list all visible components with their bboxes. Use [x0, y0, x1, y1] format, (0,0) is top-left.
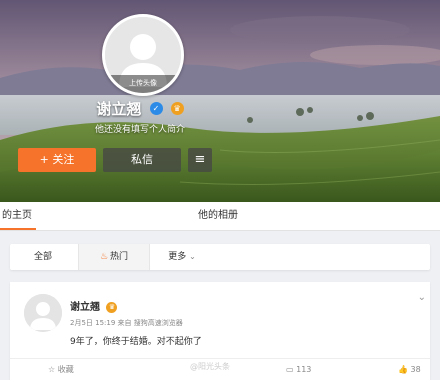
post-meta: 2月5日 15:19 来自 搜狗高速浏览器 [70, 319, 183, 327]
comment-count: 113 [296, 365, 312, 374]
filter-hot[interactable]: ♨ 热门 [78, 244, 150, 270]
favorite-label: 收藏 [57, 365, 74, 374]
tab-album[interactable]: 他的相册 [198, 202, 238, 230]
like-button[interactable]: 👍 38 [398, 359, 421, 380]
flame-icon: ♨ [99, 252, 109, 262]
post-author-link[interactable]: 谢立翘 [70, 302, 100, 313]
weibo-profile-page: 上传头像 谢立翘 ✓ ♛ 他还没有填写个人简介 + 关注 私信 ≡ 的主页 他的… [0, 0, 440, 380]
more-menu-button[interactable]: ≡ [188, 148, 212, 172]
post-text: 9年了，你终于结婚。对不起你了 [70, 337, 202, 347]
hamburger-icon: ≡ [194, 152, 206, 167]
favorite-button[interactable]: ☆ 收藏 [48, 359, 74, 380]
post-options-chevron-icon[interactable]: ⌄ [418, 292, 426, 303]
profile-tabs: 的主页 他的相册 [0, 202, 440, 231]
upload-avatar-hint[interactable]: 上传头像 [105, 75, 181, 93]
profile-username[interactable]: 谢立翘 [96, 100, 141, 118]
follow-button[interactable]: + 关注 [18, 148, 96, 172]
profile-bio: 他还没有填写个人简介 [94, 125, 185, 135]
chevron-down-icon: ⌄ [189, 252, 196, 261]
filter-all[interactable]: 全部 [10, 244, 76, 270]
filter-more[interactable]: 更多 ⌄ [152, 244, 212, 270]
filter-hot-label: 热门 [110, 252, 129, 262]
message-button[interactable]: 私信 [103, 148, 181, 172]
thumbs-up-icon: 👍 [398, 365, 408, 374]
profile-avatar[interactable]: 上传头像 [102, 14, 184, 96]
watermark: @阳光头条 [190, 362, 230, 371]
post-author-name: 谢立翘 ♛ [70, 298, 118, 313]
post-author-avatar[interactable] [24, 294, 62, 332]
profile-name-row: 谢立翘 ✓ ♛ [0, 98, 280, 119]
filter-more-label: 更多 [168, 252, 187, 262]
verified-badge-icon[interactable]: ✓ [149, 102, 163, 115]
tab-active-indicator [0, 228, 36, 230]
vip-crown-icon[interactable]: ♛ [106, 301, 118, 313]
default-avatar-icon [24, 294, 62, 332]
vip-crown-icon[interactable]: ♛ [170, 102, 184, 115]
tab-home[interactable]: 的主页 [2, 202, 32, 230]
post-card: 谢立翘 ♛ 2月5日 15:19 来自 搜狗高速浏览器 9年了，你终于结婚。对不… [10, 282, 430, 380]
star-icon: ☆ [48, 365, 56, 374]
comment-icon: ▭ [286, 365, 294, 374]
like-count: 38 [410, 365, 421, 374]
post-actions: ☆ 收藏 @阳光头条 ▭ 113 👍 38 [10, 358, 430, 380]
post-filter-bar: 全部 ♨ 热门 更多 ⌄ [10, 244, 430, 270]
comment-button[interactable]: ▭ 113 [286, 359, 311, 380]
